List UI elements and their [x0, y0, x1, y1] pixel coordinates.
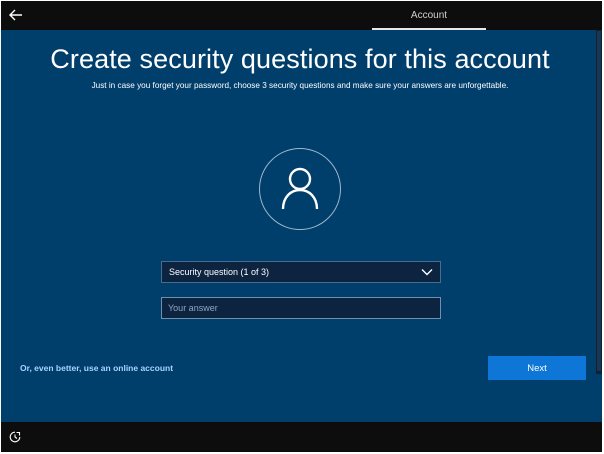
online-account-link[interactable]: Or, even better, use an online account: [20, 363, 173, 373]
user-avatar-icon: [281, 167, 319, 210]
bottom-bar: [1, 422, 602, 452]
chevron-down-icon: [421, 269, 433, 276]
user-avatar: [259, 148, 341, 230]
next-button[interactable]: Next: [488, 356, 586, 380]
answer-input[interactable]: [161, 297, 441, 319]
ease-of-access-icon[interactable]: [9, 431, 21, 443]
back-button[interactable]: [7, 6, 25, 24]
security-question-select[interactable]: Security question (1 of 3): [161, 261, 441, 283]
tab-account: Account: [410, 10, 448, 21]
security-question-value: Security question (1 of 3): [169, 267, 270, 277]
page-title: Create security questions for this accou…: [50, 44, 550, 74]
back-arrow-icon: [9, 9, 22, 21]
page-subtitle: Just in case you forget your password, c…: [91, 81, 509, 90]
top-bar: Account: [1, 1, 602, 30]
setup-window: Account Create security questions for th…: [1, 1, 602, 452]
